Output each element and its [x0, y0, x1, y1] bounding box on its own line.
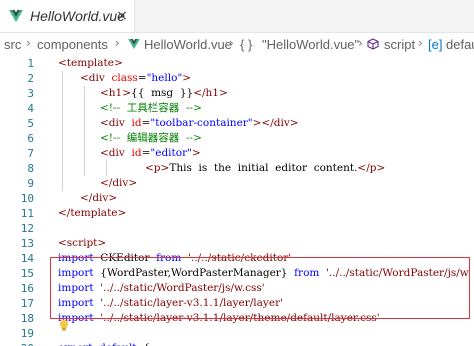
- lightbulb-icon[interactable]: [58, 319, 70, 332]
- code-token: <script>: [58, 237, 107, 249]
- code-token: class: [111, 72, 138, 84]
- tab-helloworld-vue[interactable]: HelloWorld.vue ×: [0, 0, 135, 32]
- cube-icon: [367, 38, 379, 50]
- line-number: 13: [20, 237, 34, 250]
- code-token: <div: [100, 117, 125, 129]
- chevron-right-icon: ›: [26, 36, 31, 50]
- code-token: <div: [80, 72, 105, 84]
- line-number: 14: [20, 252, 34, 265]
- breadcrumb: src › components › HelloWorld.vue › { } …: [0, 33, 474, 55]
- breadcrumb-item-default[interactable]: defau: [446, 37, 474, 52]
- code-line: <script>: [58, 236, 106, 251]
- breadcrumb-item-component-name[interactable]: "HelloWorld.vue": [262, 37, 359, 52]
- chevron-right-icon: ›: [358, 36, 363, 50]
- line-number: 11: [20, 207, 34, 220]
- code-token: <h1>: [100, 87, 132, 99]
- indent-guide: [84, 86, 85, 176]
- line-number: 18: [20, 312, 34, 325]
- code-token: This is the initial editor content.: [169, 162, 358, 174]
- code-line: <div id="toolbar-container"></div>: [100, 116, 299, 131]
- breadcrumb-item-file[interactable]: HelloWorld.vue: [144, 37, 232, 52]
- code-token: =: [137, 72, 147, 84]
- code-token: "toolbar-container": [150, 117, 253, 129]
- line-number: 7: [27, 147, 34, 160]
- code-token: "editor": [150, 147, 192, 159]
- breadcrumb-item-components[interactable]: components: [37, 37, 108, 52]
- breadcrumb-item-script[interactable]: script: [384, 37, 415, 52]
- line-number: 3: [27, 87, 34, 100]
- line-number: 16: [20, 282, 34, 295]
- close-icon[interactable]: ×: [114, 7, 130, 25]
- code-line: <!-- 编辑器容器 -->: [100, 131, 202, 146]
- code-comment: 编辑器容器: [120, 132, 186, 144]
- code-token: >: [182, 72, 192, 84]
- code-keyword: export: [58, 342, 92, 346]
- line-number: 2: [27, 72, 34, 85]
- line-number: 20: [0, 341, 34, 346]
- indent-guide: [106, 161, 107, 176]
- bracket-icon: [e]: [428, 37, 443, 52]
- code-token: {{ msg }}: [131, 87, 194, 99]
- code-token: </div>: [80, 192, 118, 204]
- chevron-right-icon: ›: [418, 36, 423, 50]
- vue-logo-icon: [9, 10, 23, 22]
- code-comment: <!--: [100, 102, 121, 114]
- tab-title: HelloWorld.vue: [30, 8, 125, 24]
- code-line: <template>: [58, 56, 123, 71]
- line-number: 15: [20, 267, 34, 280]
- code-token: {: [137, 342, 150, 346]
- code-token: <p>: [145, 162, 170, 174]
- code-comment: 工具栏容器: [120, 102, 186, 114]
- indent-guide: [62, 71, 63, 191]
- code-token: id: [131, 117, 142, 129]
- code-token: ></div>: [252, 117, 299, 129]
- braces-icon: { }: [240, 37, 253, 52]
- line-number: 4: [27, 102, 34, 115]
- code-line: <h1>{{ msg }}</h1>: [100, 86, 228, 101]
- code-keyword: default: [92, 342, 136, 346]
- code-line: <p>This is the initial editor content.</…: [145, 161, 385, 176]
- code-token: id: [131, 147, 142, 159]
- code-line: </div>: [100, 176, 137, 191]
- chevron-right-icon: ›: [229, 36, 234, 50]
- code-token: </h1>: [193, 87, 228, 99]
- code-token: </p>: [357, 162, 386, 174]
- code-line: <div class="hello">: [80, 71, 191, 86]
- code-token: <template>: [58, 57, 123, 69]
- code-token: "hello": [146, 72, 183, 84]
- line-number: 8: [27, 162, 34, 175]
- code-line: </div>: [80, 191, 117, 206]
- line-number: 1: [27, 57, 34, 70]
- code-line: export default {: [58, 341, 150, 346]
- editor-tab-bar: HelloWorld.vue ×: [0, 0, 474, 33]
- code-token: </div>: [100, 177, 138, 189]
- chevron-right-icon: ›: [115, 36, 120, 50]
- code-comment: -->: [185, 102, 202, 114]
- code-editor[interactable]: 1 2 3 4 5 6 7 8 9 10 11 12 13 14 15 16 1…: [0, 56, 474, 346]
- code-line: </template>: [58, 206, 126, 221]
- code-token: >: [191, 147, 201, 159]
- line-number: 6: [27, 132, 34, 145]
- code-line: <!-- 工具栏容器 -->: [100, 101, 202, 116]
- code-line: <div id="editor">: [100, 146, 201, 161]
- highlight-box: [50, 257, 470, 319]
- line-number: 5: [27, 117, 34, 130]
- line-number: 12: [20, 222, 34, 235]
- line-number: 9: [27, 177, 34, 190]
- breadcrumb-item-src[interactable]: src: [4, 37, 21, 52]
- code-comment: <!--: [100, 132, 121, 144]
- line-number: 19: [20, 327, 34, 340]
- vue-logo-icon: [128, 39, 140, 49]
- code-token: </template>: [58, 207, 127, 219]
- code-comment: -->: [185, 132, 202, 144]
- line-number: 10: [20, 192, 34, 205]
- code-token: <div: [100, 147, 125, 159]
- line-number: 17: [20, 297, 34, 310]
